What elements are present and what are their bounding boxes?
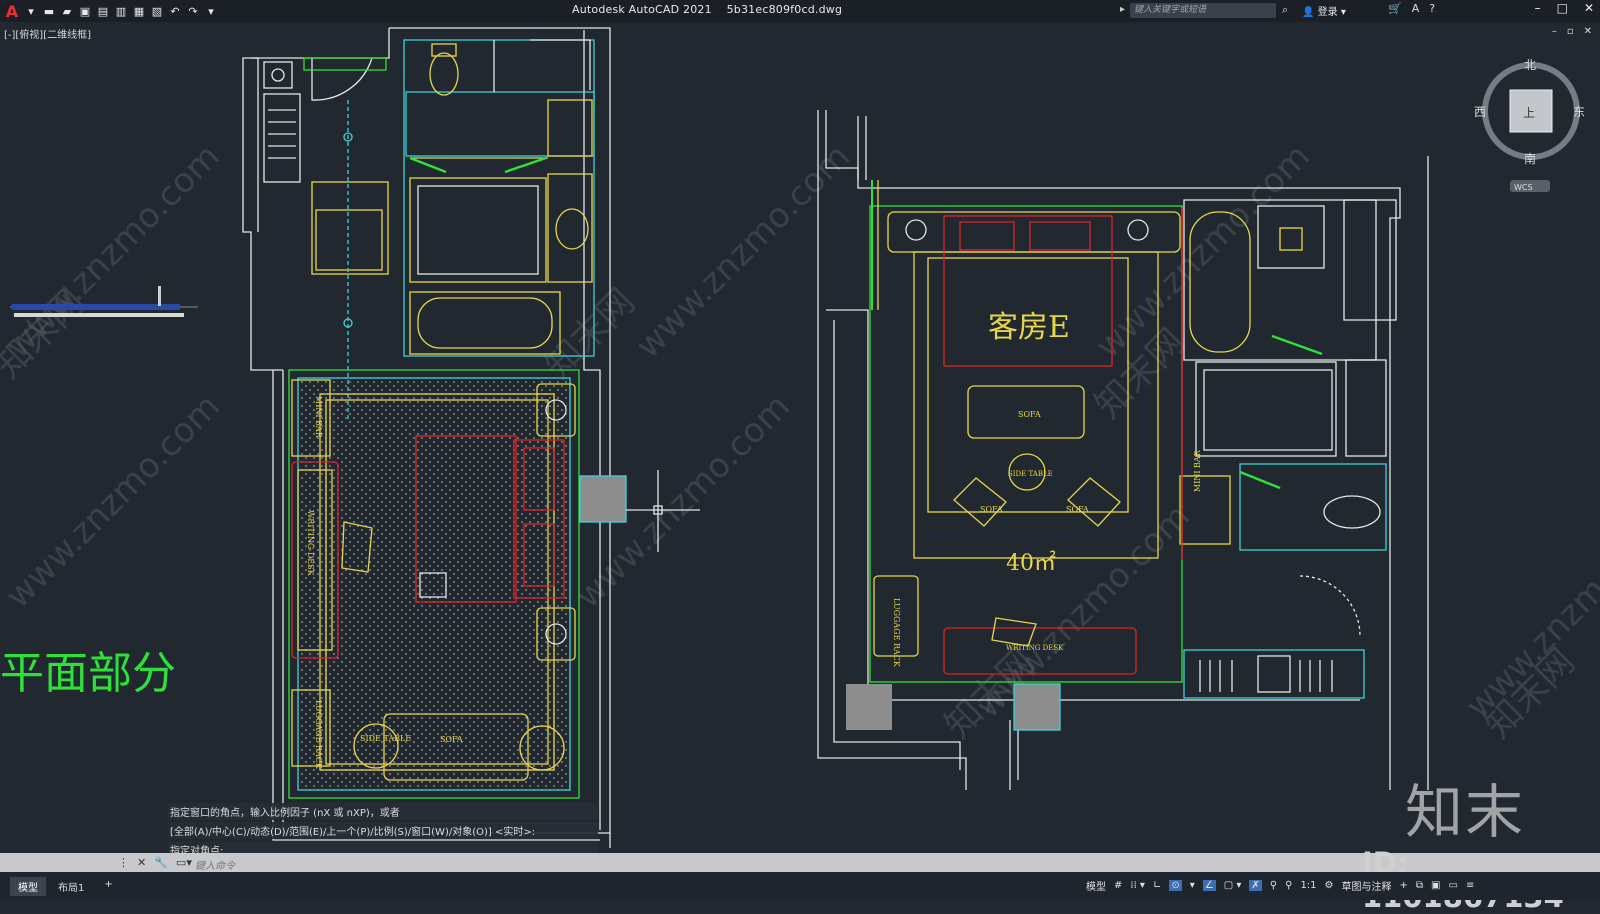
label-sofa: SOFA <box>980 505 1003 514</box>
clean-screen-icon[interactable]: ▭ <box>1448 880 1457 891</box>
file-name: 5b31ec809f0cd.dwg <box>726 3 843 16</box>
login-button[interactable]: 👤 登录 ▾ <box>1302 3 1346 18</box>
model-space-toggle[interactable]: 模型 <box>1086 878 1106 893</box>
autodesk-app-icon[interactable]: A <box>1412 2 1420 15</box>
customize-wrench-icon[interactable]: 🔧 <box>154 856 168 869</box>
help-search-input[interactable]: 键入关键字或短语 <box>1130 3 1276 18</box>
ortho-icon[interactable]: ∟ <box>1153 880 1161 891</box>
minimize-window-icon[interactable]: – <box>1535 1 1541 15</box>
left-floor-plan <box>242 27 700 848</box>
redo-icon[interactable]: ↷ <box>186 4 200 18</box>
label-sofa: SOFA <box>440 735 463 744</box>
cart-icon[interactable]: 🛒 <box>1388 2 1402 15</box>
osnap-tracking-icon[interactable]: ▢ ▾ <box>1224 880 1242 891</box>
label-mini-bar: MINI BAR <box>1193 449 1202 492</box>
label-writing-desk: WRITING DESK <box>1006 644 1064 652</box>
annotation-scale[interactable]: 1:1 <box>1300 880 1316 891</box>
dropdown-arrow-icon[interactable]: ▾ <box>24 4 38 18</box>
viewcube[interactable]: 上 北 南 西 东 WCS <box>1474 58 1585 192</box>
command-line-bar <box>0 853 1600 872</box>
window-title: Autodesk AutoCAD 2021 5b31ec809f0cd.dwg <box>572 3 843 16</box>
room-name: 客房E <box>988 310 1070 345</box>
wcs-menu[interactable]: WCS <box>1514 183 1533 192</box>
viewcube-east[interactable]: 东 <box>1573 105 1585 119</box>
add-layout-icon[interactable]: + <box>96 877 120 896</box>
annotation-visibility-icon[interactable]: ✗ <box>1249 880 1262 891</box>
section-title: 平面部分 <box>0 648 176 699</box>
isodraft-icon[interactable]: ▾ <box>1190 880 1195 891</box>
undo-icon[interactable]: ↶ <box>168 4 182 18</box>
label-side-table: SIDE TABLE <box>360 734 411 743</box>
print-icon[interactable]: ▧ <box>150 4 164 18</box>
object-snap-icon[interactable]: ∠ <box>1202 880 1216 891</box>
customize-icon[interactable]: ▾ <box>204 4 218 18</box>
brand-watermark: 知末 <box>1405 778 1526 846</box>
command-history: 指定窗口的角点，输入比例因子 (nX 或 nXP)，或者 [全部(A)/中心(C… <box>168 803 598 860</box>
drawing-canvas[interactable]: www.znzmo.com www.znzmo.com www.znzmo.co… <box>0 22 1600 853</box>
label-sofa: SOFA <box>1066 505 1089 514</box>
label-sofa: SOFA <box>1018 410 1041 419</box>
plot-icon[interactable]: ▦ <box>132 4 146 18</box>
command-history-line: 指定窗口的角点，输入比例因子 (nX 或 nXP)，或者 <box>168 803 598 820</box>
viewcube-north[interactable]: 北 <box>1524 58 1536 72</box>
help-icon[interactable]: ? <box>1429 2 1435 15</box>
save-as-icon[interactable]: ▤ <box>96 4 110 18</box>
label-luggage-rack: LUGGAGE RACK <box>892 598 901 668</box>
viewcube-west[interactable]: 西 <box>1474 105 1486 119</box>
right-floor-plan <box>817 110 1429 790</box>
room-area: 40㎡ <box>1006 550 1056 576</box>
customize-menu-icon[interactable]: ≡ <box>1466 880 1474 891</box>
publish-icon[interactable]: ▥ <box>114 4 128 18</box>
workspace-switch[interactable]: 草图与注释 <box>1342 878 1392 893</box>
label-luggage-rack: LUGGAGE RACK <box>314 700 323 770</box>
grid-icon[interactable]: # <box>1114 880 1122 891</box>
auto-scale-icon[interactable]: ⚲ <box>1270 880 1277 891</box>
label-side-table: SIDE TABLE <box>1008 470 1053 478</box>
viewcube-top-face[interactable]: 上 <box>1523 106 1535 120</box>
open-folder-icon[interactable]: ▰ <box>60 4 74 18</box>
tab-model[interactable]: 模型 <box>10 877 46 896</box>
plus-icon[interactable]: + <box>1400 880 1408 891</box>
watermark-text: www.znzmo.com <box>628 136 858 366</box>
tab-layout1[interactable]: 布局1 <box>50 877 92 896</box>
expand-arrow-icon[interactable]: ▸ <box>1120 4 1125 15</box>
maximize-window-icon[interactable]: □ <box>1557 1 1568 15</box>
new-file-icon[interactable]: ▬ <box>42 4 56 18</box>
watermark-text: www.znzmo.com <box>0 386 228 616</box>
quick-access-toolbar: A ▾ ▬ ▰ ▣ ▤ ▥ ▦ ▧ ↶ ↷ ▾ <box>0 2 218 21</box>
command-history-line: [全部(A)/中心(C)/动态(D)/范围(E)/上一个(P)/比例(S)/窗口… <box>168 822 598 839</box>
close-command-icon[interactable]: ✕ <box>137 856 146 869</box>
save-icon[interactable]: ▣ <box>78 4 92 18</box>
close-window-icon[interactable]: ✕ <box>1584 1 1594 15</box>
polar-tracking-icon[interactable]: ⊙ <box>1169 880 1182 891</box>
label-writing-desk: WRITING DESK <box>306 510 315 577</box>
label-mini-bar: MINI BAR <box>314 396 323 439</box>
workspace-gear-icon[interactable]: ⚙ <box>1325 880 1334 891</box>
search-icon[interactable]: ⌕ <box>1282 3 1288 17</box>
annotation-scale-icon[interactable]: ⚲ <box>1285 880 1292 891</box>
isolate-objects-icon[interactable]: ⧉ <box>1416 880 1423 891</box>
command-input[interactable]: 键入命令 <box>195 857 235 872</box>
hardware-accel-icon[interactable]: ▣ <box>1431 880 1440 891</box>
title-bar: A ▾ ▬ ▰ ▣ ▤ ▥ ▦ ▧ ↶ ↷ ▾ Autodesk AutoCAD… <box>0 0 1600 22</box>
grip-icon[interactable]: ⋮ <box>118 856 129 869</box>
command-prompt-icon[interactable]: ▭▾ <box>176 856 192 869</box>
autocad-logo-icon[interactable]: A <box>4 2 20 21</box>
viewcube-south[interactable]: 南 <box>1524 151 1536 166</box>
snap-icon[interactable]: ⁞⁞ ▾ <box>1130 880 1145 891</box>
